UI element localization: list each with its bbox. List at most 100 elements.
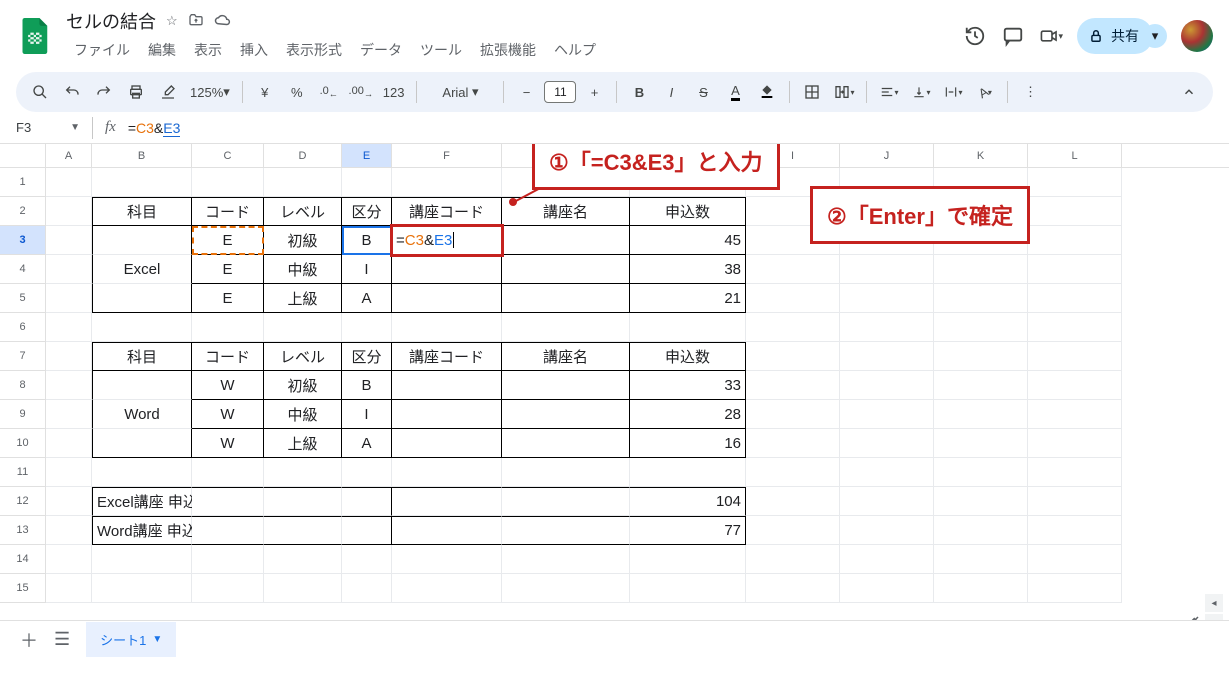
cell-C6[interactable]	[192, 313, 264, 342]
cell-H4[interactable]: 38	[630, 255, 746, 284]
col-header-E[interactable]: E	[342, 144, 392, 167]
cells-area[interactable]: 科目コードレベル区分講座コード講座名申込数E初級B=C3&E345ExcelE中…	[46, 168, 1229, 603]
cell-D3[interactable]: 初級	[264, 226, 342, 255]
cell-B2[interactable]: 科目	[92, 197, 192, 226]
cell-B12[interactable]: Excel講座 申込者数合計	[92, 487, 192, 516]
cell-L4[interactable]	[1028, 255, 1122, 284]
cell-L5[interactable]	[1028, 284, 1122, 313]
cell-I9[interactable]	[746, 400, 840, 429]
cell-A7[interactable]	[46, 342, 92, 371]
cell-D8[interactable]: 初級	[264, 371, 342, 400]
add-sheet-icon[interactable]: ＋	[20, 627, 38, 653]
cell-G3[interactable]	[502, 226, 630, 255]
cell-J6[interactable]	[840, 313, 934, 342]
cell-D12[interactable]	[264, 487, 342, 516]
cell-K8[interactable]	[934, 371, 1028, 400]
menu-ツール[interactable]: ツール	[412, 36, 470, 64]
cell-I8[interactable]	[746, 371, 840, 400]
cell-A11[interactable]	[46, 458, 92, 487]
italic-button[interactable]: I	[657, 78, 685, 106]
cell-I11[interactable]	[746, 458, 840, 487]
cell-C10[interactable]: W	[192, 429, 264, 458]
undo-icon[interactable]	[58, 78, 86, 106]
cell-C2[interactable]: コード	[192, 197, 264, 226]
cell-B5[interactable]	[92, 284, 192, 313]
search-menus-icon[interactable]	[26, 78, 54, 106]
document-title[interactable]: セルの結合	[66, 8, 156, 34]
cell-G5[interactable]	[502, 284, 630, 313]
menu-編集[interactable]: 編集	[140, 36, 184, 64]
cell-A8[interactable]	[46, 371, 92, 400]
cell-K15[interactable]	[934, 574, 1028, 603]
row-header-12[interactable]: 12	[0, 487, 46, 516]
cell-G8[interactable]	[502, 371, 630, 400]
cell-K4[interactable]	[934, 255, 1028, 284]
cell-E7[interactable]: 区分	[342, 342, 392, 371]
cell-I15[interactable]	[746, 574, 840, 603]
col-header-K[interactable]: K	[934, 144, 1028, 167]
cell-D6[interactable]	[264, 313, 342, 342]
cell-J7[interactable]	[840, 342, 934, 371]
cell-D4[interactable]: 中級	[264, 255, 342, 284]
cell-H8[interactable]: 33	[630, 371, 746, 400]
row-header-8[interactable]: 8	[0, 371, 46, 400]
cell-K14[interactable]	[934, 545, 1028, 574]
cell-H5[interactable]: 21	[630, 284, 746, 313]
cell-I4[interactable]	[746, 255, 840, 284]
cell-A2[interactable]	[46, 197, 92, 226]
cell-F15[interactable]	[392, 574, 502, 603]
cell-B8[interactable]	[92, 371, 192, 400]
zoom-select[interactable]: 125% ▾	[186, 78, 234, 106]
cell-G14[interactable]	[502, 545, 630, 574]
font-size-decrease[interactable]: −	[512, 78, 540, 106]
cell-K9[interactable]	[934, 400, 1028, 429]
cell-L8[interactable]	[1028, 371, 1122, 400]
cell-B13[interactable]: Word講座 申込者数合計	[92, 516, 192, 545]
cell-D10[interactable]: 上級	[264, 429, 342, 458]
row-header-15[interactable]: 15	[0, 574, 46, 603]
cell-A10[interactable]	[46, 429, 92, 458]
cell-A13[interactable]	[46, 516, 92, 545]
h-align-button[interactable]: ▾	[875, 78, 903, 106]
row-header-10[interactable]: 10	[0, 429, 46, 458]
cloud-icon[interactable]	[214, 13, 232, 30]
cell-H2[interactable]: 申込数	[630, 197, 746, 226]
share-dropdown[interactable]: ▾	[1143, 24, 1167, 48]
cell-B9[interactable]: Word	[92, 400, 192, 429]
cell-F4[interactable]	[392, 255, 502, 284]
cell-I13[interactable]	[746, 516, 840, 545]
row-header-7[interactable]: 7	[0, 342, 46, 371]
cell-J14[interactable]	[840, 545, 934, 574]
account-avatar[interactable]	[1181, 20, 1213, 52]
cell-C5[interactable]: E	[192, 284, 264, 313]
cell-D1[interactable]	[264, 168, 342, 197]
menu-表示形式[interactable]: 表示形式	[278, 36, 350, 64]
row-header-4[interactable]: 4	[0, 255, 46, 284]
cell-H3[interactable]: 45	[630, 226, 746, 255]
cell-I14[interactable]	[746, 545, 840, 574]
col-header-C[interactable]: C	[192, 144, 264, 167]
cell-F9[interactable]	[392, 400, 502, 429]
cell-E2[interactable]: 区分	[342, 197, 392, 226]
cell-G6[interactable]	[502, 313, 630, 342]
cell-E6[interactable]	[342, 313, 392, 342]
cell-F6[interactable]	[392, 313, 502, 342]
meet-icon[interactable]: ▾	[1039, 24, 1063, 48]
bold-button[interactable]: B	[625, 78, 653, 106]
cell-A15[interactable]	[46, 574, 92, 603]
cell-J4[interactable]	[840, 255, 934, 284]
cell-G10[interactable]	[502, 429, 630, 458]
paint-format-icon[interactable]	[154, 78, 182, 106]
cell-K11[interactable]	[934, 458, 1028, 487]
row-header-6[interactable]: 6	[0, 313, 46, 342]
cell-E5[interactable]: A	[342, 284, 392, 313]
cell-J5[interactable]	[840, 284, 934, 313]
cell-G7[interactable]: 講座名	[502, 342, 630, 371]
cell-B15[interactable]	[92, 574, 192, 603]
row-header-2[interactable]: 2	[0, 197, 46, 226]
cell-H10[interactable]: 16	[630, 429, 746, 458]
cell-H13[interactable]: 77	[630, 516, 746, 545]
cell-F13[interactable]	[392, 516, 502, 545]
cell-E13[interactable]	[342, 516, 392, 545]
cell-J15[interactable]	[840, 574, 934, 603]
